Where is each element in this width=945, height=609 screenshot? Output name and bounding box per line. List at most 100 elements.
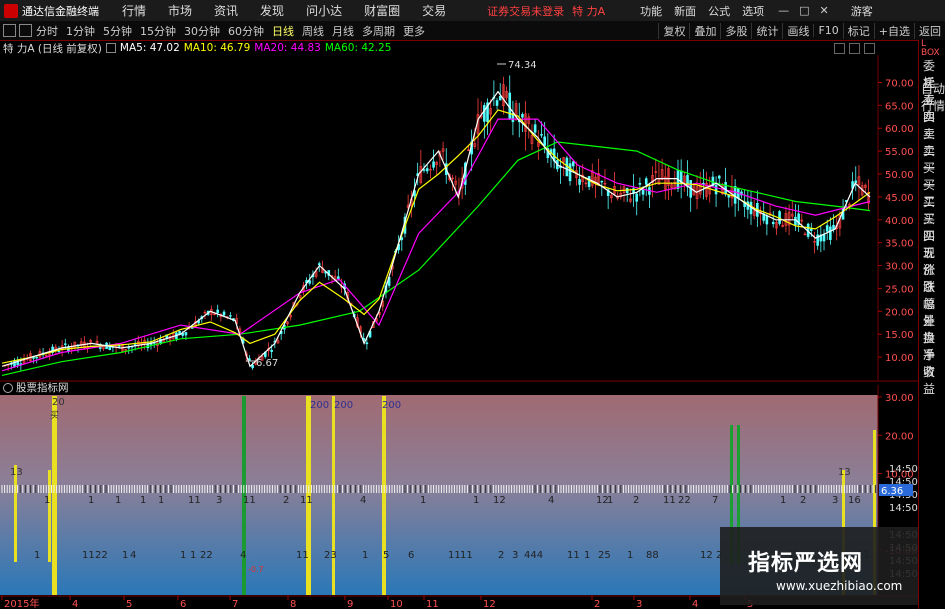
watermark-title: 指标严选网 <box>748 551 864 576</box>
sidebar-item-11[interactable]: 现价 <box>921 245 945 277</box>
price-tick-label: 35.00 <box>885 239 914 250</box>
tool-tongji[interactable]: 统计 <box>751 22 782 39</box>
period-15min[interactable]: 15分钟 <box>140 23 176 39</box>
sidebar-item-15[interactable]: 外盘 <box>921 313 945 345</box>
candle-body <box>57 350 61 353</box>
menu-hangqing[interactable]: 行情 <box>122 2 146 19</box>
menu-caifuquan[interactable]: 财富圈 <box>364 2 400 19</box>
period-toolbar: 分时 1分钟 5分钟 15分钟 30分钟 60分钟 日线 周线 月线 多周期 更… <box>0 21 945 41</box>
sidebar-top-mark[interactable]: L BOX <box>919 40 945 58</box>
sidebar-item-5[interactable]: 卖一 <box>921 143 945 175</box>
sidebar-item-18[interactable]: 收益 <box>921 364 945 396</box>
low-price-label: 6.67 <box>256 358 278 369</box>
menu-xinmian[interactable]: 新面 <box>674 3 696 19</box>
indicator-number: 1 <box>362 550 368 561</box>
sidebar-item-4[interactable]: 卖二 <box>921 126 945 158</box>
period-multi[interactable]: 多周期 <box>362 23 395 39</box>
tool-fanhui[interactable]: 返回 <box>914 22 945 39</box>
menu-wenxiaoda[interactable]: 问小达 <box>306 2 342 19</box>
candle-body <box>765 215 769 225</box>
sidebar-hangqing[interactable]: 行情 <box>919 98 945 115</box>
menu-xuanxiang[interactable]: 选项 <box>742 3 764 19</box>
minimize-icon[interactable]: — <box>778 4 789 17</box>
indicator-number: 11 <box>460 550 473 561</box>
maximize-icon[interactable]: □ <box>799 4 809 17</box>
period-fenshi[interactable]: 分时 <box>36 23 58 39</box>
indicator-number: 25 <box>598 550 611 561</box>
menu-zixun[interactable]: 资讯 <box>214 2 238 19</box>
tool-diejia[interactable]: 叠加 <box>689 22 720 39</box>
tool-f10[interactable]: F10 <box>813 24 842 37</box>
indicator-number: 23 <box>324 550 337 561</box>
app-logo-icon <box>4 3 18 18</box>
sidebar-item-8[interactable]: 买三 <box>921 194 945 226</box>
kline-chart[interactable]: 70.00 65.00 60.00 55.00 50.00 45.00 40.00 35.00… <box>0 40 918 609</box>
period-weekly[interactable]: 周线 <box>302 23 324 39</box>
tool-zixuan[interactable]: +自选 <box>873 22 914 39</box>
menu-gongshi[interactable]: 公式 <box>708 3 730 19</box>
sidebar-item-6[interactable]: 买一 <box>921 160 945 192</box>
indicator-number: 11 <box>567 550 580 561</box>
candle-body <box>727 194 731 198</box>
period-60min[interactable]: 60分钟 <box>228 23 264 39</box>
forward-icon[interactable] <box>19 24 32 37</box>
tool-duogu[interactable]: 多股 <box>720 22 751 39</box>
close-icon[interactable]: ✕ <box>820 4 829 17</box>
candle-body <box>365 342 369 345</box>
period-daily[interactable]: 日线 <box>272 23 294 39</box>
ma5-line <box>1 90 871 368</box>
candle-body <box>308 280 312 284</box>
indicator-header: 股票指标网 <box>0 381 69 394</box>
sidebar-item-10[interactable]: 买五 <box>921 228 945 260</box>
indicator-name[interactable]: 股票指标网 <box>16 380 69 395</box>
tool-huaxian[interactable]: 画线 <box>782 22 813 39</box>
menu-shichang[interactable]: 市场 <box>168 2 192 19</box>
time-label: 2015年 <box>4 597 39 609</box>
price-tick-label: 70.00 <box>885 78 914 89</box>
sidebar-item-16[interactable]: 换手 <box>921 330 945 362</box>
period-monthly[interactable]: 月线 <box>332 23 354 39</box>
tool-biaoji[interactable]: 标记 <box>842 22 874 39</box>
login-status[interactable]: 证券交易未登录 <box>487 3 564 19</box>
sidebar-item-14[interactable]: 总量 <box>921 296 945 328</box>
sidebar-auto[interactable]: 自动 <box>919 81 945 98</box>
indicator-number: 4 <box>548 495 554 506</box>
indicator-bar <box>14 465 17 562</box>
price-tick-label: 10.00 <box>885 353 914 364</box>
candle-body <box>498 95 502 101</box>
candle-body <box>35 356 39 359</box>
guest-label[interactable]: 游客 <box>851 3 873 19</box>
tool-fuquan[interactable]: 复权 <box>658 22 689 39</box>
candle-body <box>64 343 67 345</box>
indicator-number: 4 <box>240 550 246 561</box>
sidebar-item-13[interactable]: 涨幅 <box>921 279 945 311</box>
period-30min[interactable]: 30分钟 <box>184 23 220 39</box>
menu-faxian[interactable]: 发现 <box>260 2 284 19</box>
period-more[interactable]: 更多 <box>403 23 425 39</box>
indicator-number: 11 <box>243 495 256 506</box>
indicator-dot-icon[interactable] <box>3 382 13 393</box>
indicator-number: 1 <box>420 495 426 506</box>
indicator-number: 22 <box>95 550 108 561</box>
sidebar-item-12[interactable]: 涨跌 <box>921 262 945 294</box>
candle-body <box>714 185 718 195</box>
sidebar-item-7[interactable]: 买二 <box>921 177 945 209</box>
candle-body <box>270 349 273 352</box>
sidebar-item-0[interactable]: 委托 <box>921 58 945 90</box>
menu-jiaoyi[interactable]: 交易 <box>422 2 446 19</box>
indicator-number: 3 <box>216 495 222 506</box>
high-annotation: 74.34 <box>497 60 537 71</box>
high-price-label: 74.34 <box>508 60 537 71</box>
candle-body <box>533 124 537 133</box>
menu-gongneng[interactable]: 功能 <box>640 3 662 19</box>
indicator-label: 13 <box>10 467 23 478</box>
indicator-number: 11 <box>296 550 309 561</box>
period-5min[interactable]: 5分钟 <box>103 23 132 39</box>
back-icon[interactable] <box>3 24 16 37</box>
indicator-number: 2 <box>498 550 504 561</box>
sidebar-item-17[interactable]: 净资 <box>921 347 945 379</box>
time-label: 5 <box>126 599 132 609</box>
sidebar-item-9[interactable]: 买四 <box>921 211 945 243</box>
indicator-bar <box>52 396 57 595</box>
period-1min[interactable]: 1分钟 <box>66 23 95 39</box>
